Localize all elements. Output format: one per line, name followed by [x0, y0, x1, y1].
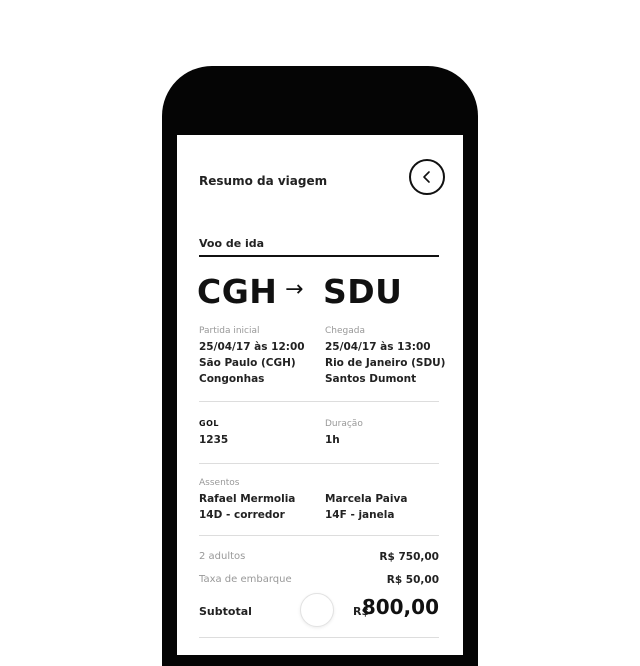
- home-button[interactable]: [300, 593, 334, 627]
- divider: [199, 637, 439, 638]
- price-label-fee: Taxa de embarque: [199, 574, 292, 585]
- route-arrow: →: [285, 277, 304, 302]
- arrival-city: Rio de Janeiro (SDU): [325, 357, 446, 369]
- page-title: Resumo da viagem: [199, 174, 328, 188]
- departure-datetime: 25/04/17 às 12:00: [199, 341, 305, 353]
- subtotal-value: 800,00: [361, 595, 439, 619]
- passenger-seat: 14D - corredor: [199, 509, 285, 521]
- arrival-airport: Santos Dumont: [325, 373, 417, 385]
- origin-code: CGH: [197, 272, 278, 311]
- duration-caption: Duração: [325, 419, 363, 429]
- arrival-caption: Chegada: [325, 326, 365, 336]
- duration-value: 1h: [325, 434, 340, 446]
- chevron-left-icon: [423, 171, 430, 183]
- price-value-fee: R$ 50,00: [386, 574, 439, 586]
- trip-summary-screen: Resumo da viagem Voo de ida CGH → SDU Pa…: [177, 135, 463, 655]
- departure-airport: Congonhas: [199, 373, 265, 385]
- seats-caption: Assentos: [199, 478, 240, 488]
- flight-number: 1235: [199, 434, 229, 446]
- departure-city: São Paulo (CGH): [199, 357, 296, 369]
- back-button[interactable]: [409, 159, 445, 195]
- airline-logo: GOL: [199, 419, 219, 428]
- passenger-name: Marcela Paiva: [325, 493, 408, 505]
- passenger-name: Rafael Mermolia: [199, 493, 296, 505]
- divider: [199, 401, 439, 402]
- price-label-adults: 2 adultos: [199, 551, 246, 562]
- passenger-seat: 14F - janela: [325, 509, 395, 521]
- divider: [199, 463, 439, 464]
- divider: [199, 535, 439, 536]
- departure-caption: Partida inicial: [199, 326, 260, 336]
- subtotal-label: Subtotal: [199, 605, 252, 618]
- price-value-adults: R$ 750,00: [379, 551, 439, 563]
- section-divider: [199, 255, 439, 257]
- destination-code: SDU: [323, 272, 403, 311]
- arrival-datetime: 25/04/17 às 13:00: [325, 341, 431, 353]
- section-label-outbound: Voo de ida: [199, 237, 265, 250]
